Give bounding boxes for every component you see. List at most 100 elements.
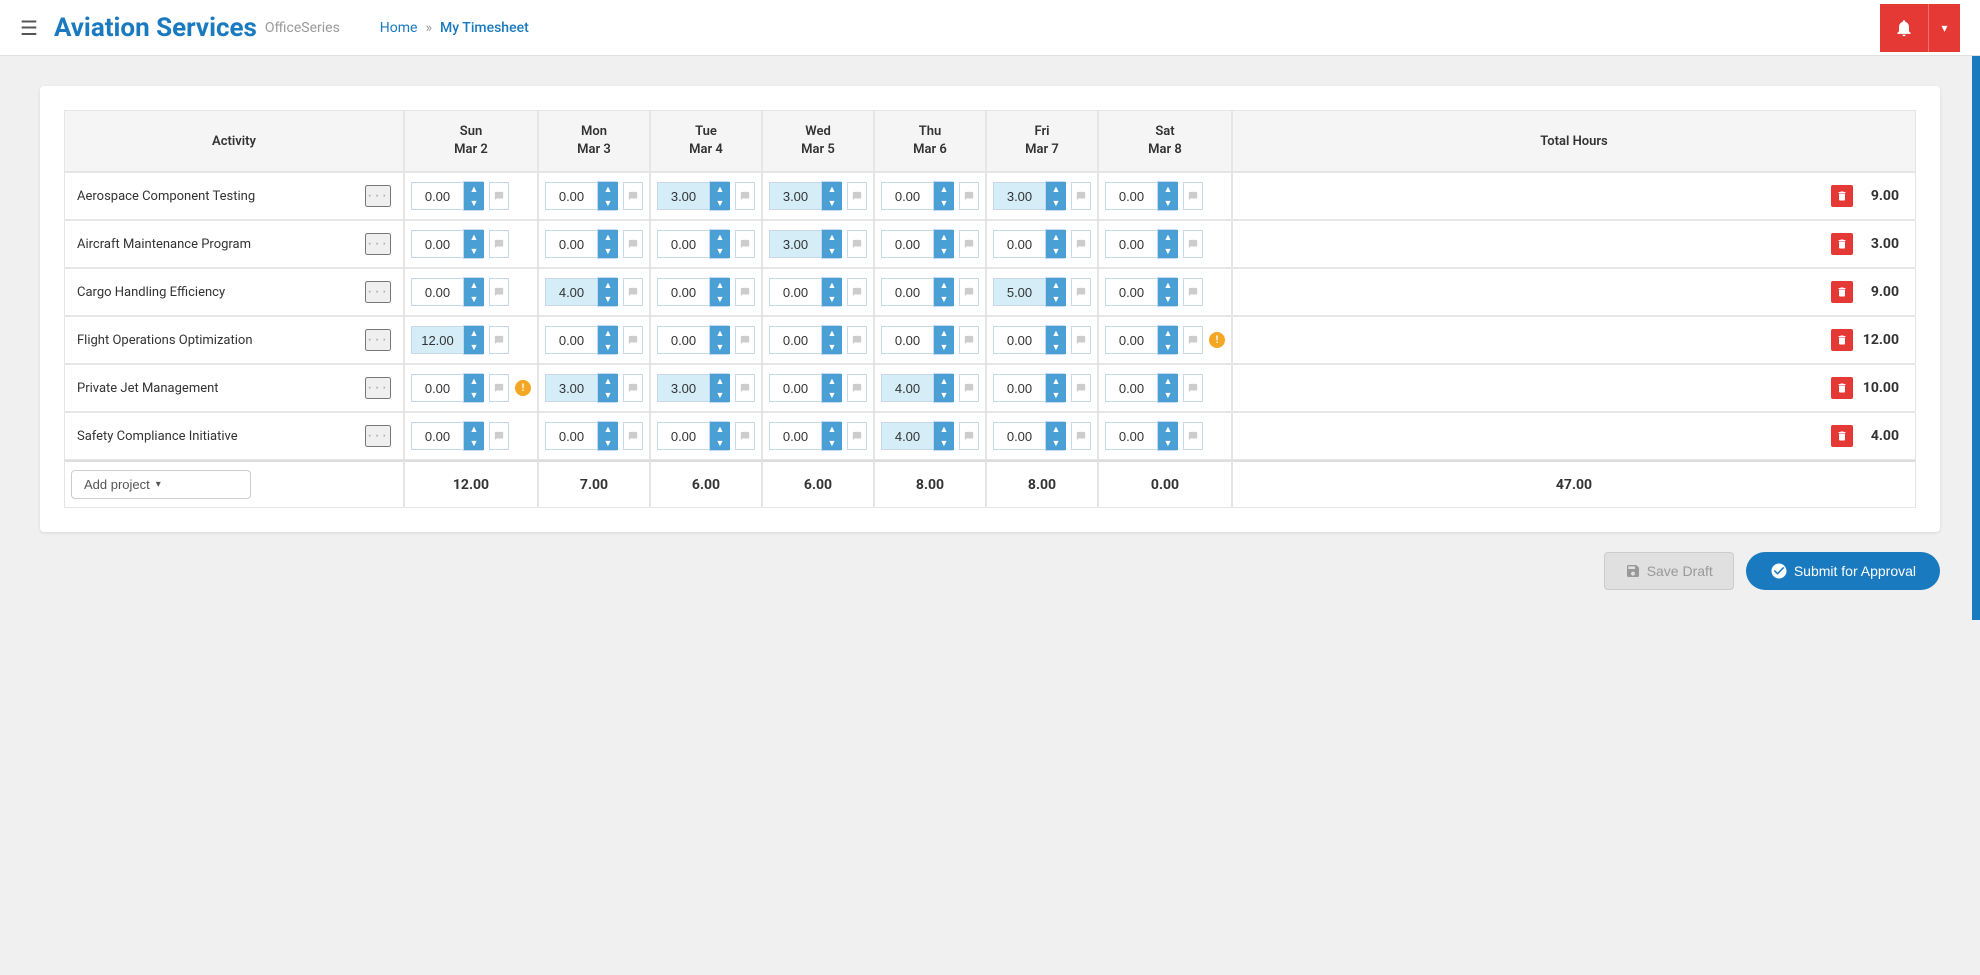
note-button[interactable] <box>847 422 867 450</box>
spin-up-button[interactable]: ▲ <box>1158 326 1178 340</box>
time-input[interactable] <box>993 374 1045 402</box>
note-button[interactable] <box>735 422 755 450</box>
spin-up-button[interactable]: ▲ <box>934 230 954 244</box>
note-button[interactable] <box>959 374 979 402</box>
time-input[interactable] <box>993 422 1045 450</box>
save-draft-button[interactable]: Save Draft <box>1604 552 1734 590</box>
spin-down-button[interactable]: ▼ <box>1046 436 1066 450</box>
note-button[interactable] <box>959 278 979 306</box>
time-input[interactable] <box>881 422 933 450</box>
spin-up-button[interactable]: ▲ <box>1158 422 1178 436</box>
time-input[interactable] <box>411 422 463 450</box>
time-input[interactable] <box>881 374 933 402</box>
note-button[interactable] <box>1071 326 1091 354</box>
spin-down-button[interactable]: ▼ <box>934 292 954 306</box>
spin-up-button[interactable]: ▲ <box>1158 278 1178 292</box>
time-input[interactable] <box>769 278 821 306</box>
time-input[interactable] <box>411 374 463 402</box>
more-options-button[interactable]: ··· <box>365 425 391 447</box>
note-button[interactable] <box>1183 326 1203 354</box>
spin-up-button[interactable]: ▲ <box>710 230 730 244</box>
spin-up-button[interactable]: ▲ <box>1046 374 1066 388</box>
note-button[interactable] <box>959 326 979 354</box>
time-input[interactable] <box>1105 374 1157 402</box>
note-button[interactable] <box>1071 422 1091 450</box>
note-button[interactable] <box>847 278 867 306</box>
spin-down-button[interactable]: ▼ <box>934 244 954 258</box>
spin-up-button[interactable]: ▲ <box>1046 182 1066 196</box>
note-button[interactable] <box>959 182 979 210</box>
time-input[interactable] <box>545 278 597 306</box>
spin-down-button[interactable]: ▼ <box>1158 244 1178 258</box>
spin-up-button[interactable]: ▲ <box>710 326 730 340</box>
more-options-button[interactable]: ··· <box>365 377 391 399</box>
time-input[interactable] <box>993 326 1045 354</box>
delete-row-button[interactable] <box>1831 185 1853 207</box>
time-input[interactable] <box>411 182 463 210</box>
spin-down-button[interactable]: ▼ <box>934 388 954 402</box>
scrollbar[interactable] <box>1972 56 1980 620</box>
spin-down-button[interactable]: ▼ <box>822 292 842 306</box>
time-input[interactable] <box>769 182 821 210</box>
spin-up-button[interactable]: ▲ <box>598 422 618 436</box>
delete-row-button[interactable] <box>1831 425 1853 447</box>
spin-down-button[interactable]: ▼ <box>598 436 618 450</box>
time-input[interactable] <box>1105 326 1157 354</box>
note-button[interactable] <box>735 278 755 306</box>
spin-down-button[interactable]: ▼ <box>464 196 484 210</box>
spin-down-button[interactable]: ▼ <box>710 292 730 306</box>
spin-up-button[interactable]: ▲ <box>710 182 730 196</box>
spin-up-button[interactable]: ▲ <box>464 422 484 436</box>
spin-up-button[interactable]: ▲ <box>1158 182 1178 196</box>
more-options-button[interactable]: ··· <box>365 233 391 255</box>
spin-up-button[interactable]: ▲ <box>822 230 842 244</box>
time-input[interactable] <box>411 230 463 258</box>
spin-down-button[interactable]: ▼ <box>710 340 730 354</box>
time-input[interactable] <box>993 230 1045 258</box>
spin-down-button[interactable]: ▼ <box>598 340 618 354</box>
menu-icon[interactable]: ☰ <box>20 16 38 40</box>
time-input[interactable] <box>545 374 597 402</box>
spin-up-button[interactable]: ▲ <box>464 278 484 292</box>
spin-down-button[interactable]: ▼ <box>822 340 842 354</box>
spin-down-button[interactable]: ▼ <box>598 388 618 402</box>
spin-up-button[interactable]: ▲ <box>934 182 954 196</box>
spin-up-button[interactable]: ▲ <box>464 182 484 196</box>
submit-approval-button[interactable]: Submit for Approval <box>1746 552 1940 590</box>
spin-down-button[interactable]: ▼ <box>1046 244 1066 258</box>
spin-down-button[interactable]: ▼ <box>822 244 842 258</box>
spin-up-button[interactable]: ▲ <box>822 182 842 196</box>
spin-up-button[interactable]: ▲ <box>598 230 618 244</box>
more-options-button[interactable]: ··· <box>365 281 391 303</box>
spin-up-button[interactable]: ▲ <box>598 374 618 388</box>
time-input[interactable] <box>769 230 821 258</box>
note-button[interactable] <box>489 422 509 450</box>
spin-down-button[interactable]: ▼ <box>464 244 484 258</box>
spin-up-button[interactable]: ▲ <box>1046 230 1066 244</box>
spin-down-button[interactable]: ▼ <box>822 388 842 402</box>
time-input[interactable] <box>657 326 709 354</box>
spin-down-button[interactable]: ▼ <box>710 196 730 210</box>
spin-up-button[interactable]: ▲ <box>934 278 954 292</box>
spin-down-button[interactable]: ▼ <box>464 388 484 402</box>
time-input[interactable] <box>769 374 821 402</box>
spin-down-button[interactable]: ▼ <box>934 436 954 450</box>
spin-up-button[interactable]: ▲ <box>464 326 484 340</box>
time-input[interactable] <box>1105 230 1157 258</box>
time-input[interactable] <box>657 422 709 450</box>
note-button[interactable] <box>1183 230 1203 258</box>
time-input[interactable] <box>1105 422 1157 450</box>
spin-down-button[interactable]: ▼ <box>1046 196 1066 210</box>
spin-down-button[interactable]: ▼ <box>598 292 618 306</box>
note-button[interactable] <box>735 374 755 402</box>
spin-down-button[interactable]: ▼ <box>464 292 484 306</box>
time-input[interactable] <box>1105 182 1157 210</box>
note-button[interactable] <box>959 422 979 450</box>
spin-up-button[interactable]: ▲ <box>1046 278 1066 292</box>
time-input[interactable] <box>881 230 933 258</box>
nav-home[interactable]: Home <box>380 20 418 36</box>
spin-down-button[interactable]: ▼ <box>1158 340 1178 354</box>
spin-up-button[interactable]: ▲ <box>464 230 484 244</box>
note-button[interactable] <box>1071 374 1091 402</box>
spin-up-button[interactable]: ▲ <box>710 422 730 436</box>
